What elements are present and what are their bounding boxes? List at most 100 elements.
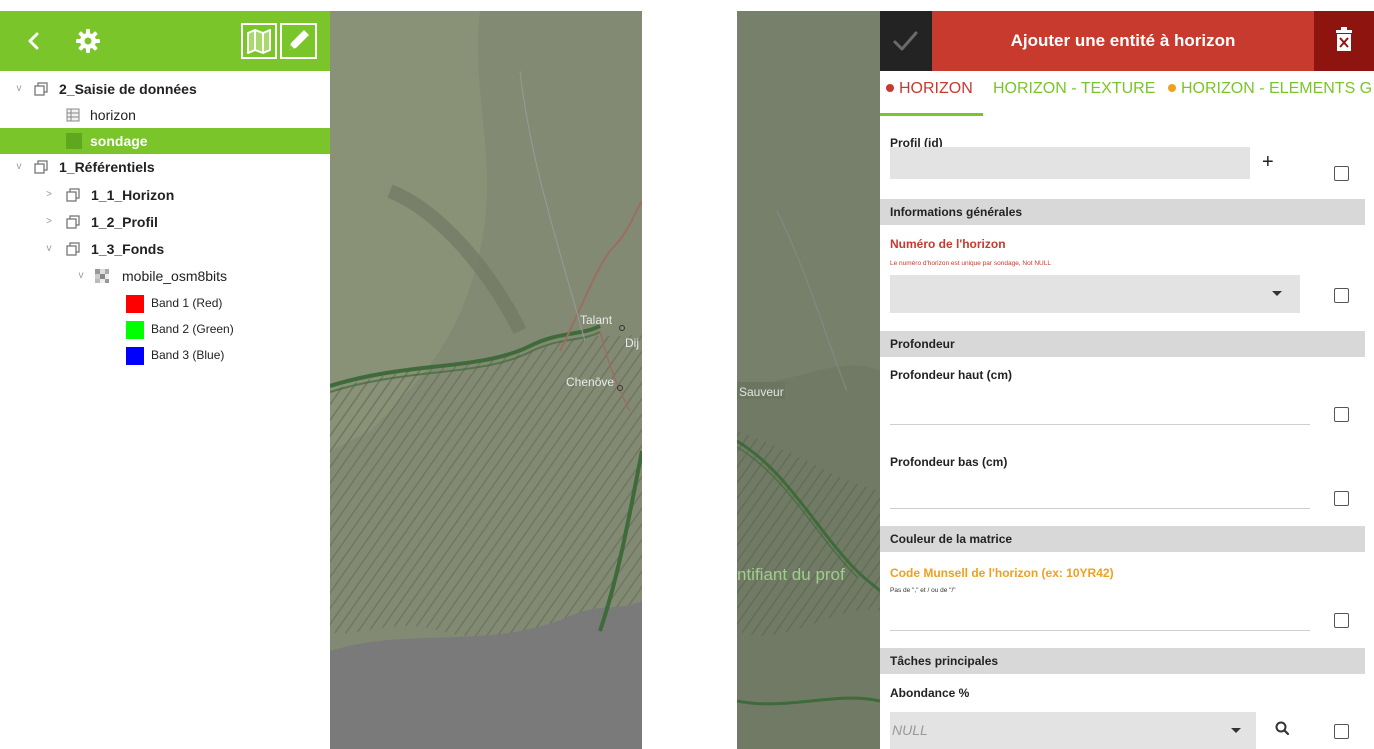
map-terrain: Talant Dij Chenôve: [330, 11, 642, 749]
munsell-hint: Pas de "," et / ou de "/": [890, 587, 956, 594]
tree-item-label: 2_Saisie de données: [59, 81, 197, 97]
add-profil-button[interactable]: +: [1262, 151, 1274, 174]
map-label-chenove: Chenôve: [566, 375, 614, 389]
map-canvas[interactable]: Sauveur ntifiant du prof: [737, 11, 880, 749]
profondeur-bas-label: Profondeur bas (cm): [890, 455, 1008, 469]
abondance-checkbox[interactable]: [1334, 724, 1349, 739]
numero-label: Numéro de l'horizon: [890, 237, 1006, 251]
tree-item-label: 1_Référentiels: [59, 159, 155, 175]
profondeur-bas-checkbox[interactable]: [1334, 491, 1349, 506]
layer-panel: v 2_Saisie de données horizon sondage v …: [0, 11, 330, 749]
tab-horizon-elements[interactable]: HORIZON - ELEMENTS G: [1168, 71, 1372, 117]
tree-item-saisie[interactable]: v 2_Saisie de données: [0, 76, 330, 102]
section-informations: Informations générales: [880, 199, 1365, 225]
tree-item-horizon[interactable]: horizon: [0, 102, 330, 128]
tab-status-dot: [1168, 84, 1176, 92]
layer-group-icon: [34, 82, 48, 96]
raster-icon: [95, 269, 109, 283]
section-taches: Tâches principales: [880, 648, 1365, 674]
accept-button[interactable]: [880, 11, 932, 71]
feature-form: Ajouter une entité à horizon HORIZON HOR…: [880, 11, 1374, 749]
chevron-down-icon[interactable]: v: [14, 76, 24, 102]
search-icon: [1275, 721, 1290, 736]
band-item-blue[interactable]: Band 3 (Blue): [0, 342, 330, 368]
tree-item-1-1-horizon[interactable]: > 1_1_Horizon: [0, 182, 330, 208]
chevron-right-icon[interactable]: >: [44, 209, 54, 235]
active-tab-underline: [880, 113, 983, 116]
band-color-swatch: [126, 321, 144, 339]
tree-item-1-3-fonds[interactable]: v 1_3_Fonds: [0, 236, 330, 262]
band-label: Band 3 (Blue): [151, 348, 225, 362]
gear-icon: [76, 29, 100, 53]
form-title: Ajouter une entité à horizon: [1010, 31, 1236, 50]
layer-group-icon: [66, 188, 80, 202]
band-item-green[interactable]: Band 2 (Green): [0, 316, 330, 342]
tree-item-label: 1_1_Horizon: [91, 187, 175, 203]
tab-label: HORIZON - ELEMENTS G: [1181, 80, 1373, 97]
map-mode-button[interactable]: [241, 23, 277, 59]
tree-item-1-2-profil[interactable]: > 1_2_Profil: [0, 209, 330, 235]
dropdown-arrow-icon: [1272, 291, 1282, 296]
numero-checkbox[interactable]: [1334, 288, 1349, 303]
dropdown-arrow-icon: [1231, 728, 1241, 733]
map-icon: [247, 29, 271, 54]
profondeur-haut-checkbox[interactable]: [1334, 407, 1349, 422]
tree-item-label: sondage: [90, 133, 148, 149]
munsell-checkbox[interactable]: [1334, 613, 1349, 628]
form-tabs: HORIZON HORIZON - TEXTURE HORIZON - ELEM…: [880, 71, 1374, 117]
tree-item-label: horizon: [90, 107, 136, 123]
map-canvas[interactable]: Talant Dij Chenôve: [330, 11, 642, 749]
band-label: Band 1 (Red): [151, 296, 223, 310]
check-icon: [893, 31, 918, 51]
chevron-down-icon[interactable]: v: [76, 263, 86, 289]
tab-status-dot: [886, 84, 894, 92]
band-color-swatch: [126, 347, 144, 365]
tab-label: HORIZON: [899, 80, 973, 97]
layer-panel-toolbar: [0, 11, 330, 71]
tab-label: HORIZON - TEXTURE: [993, 80, 1156, 97]
map-label-dijon: Dij: [625, 336, 639, 350]
tree-item-label: 1_3_Fonds: [91, 241, 165, 257]
profil-checkbox[interactable]: [1334, 166, 1349, 181]
profil-input[interactable]: [890, 147, 1250, 179]
section-couleur: Couleur de la matrice: [880, 526, 1365, 552]
profondeur-haut-input[interactable]: [890, 424, 1310, 425]
map-terrain: Sauveur ntifiant du prof: [737, 11, 880, 749]
abondance-dropdown[interactable]: NULL: [890, 712, 1256, 749]
tab-horizon[interactable]: HORIZON: [886, 71, 973, 117]
numero-hint: Le numéro d'horizon est unique par sonda…: [890, 260, 1051, 267]
tree-item-mobile-osm8bits[interactable]: v mobile_osm8bits: [0, 263, 330, 289]
form-header: Ajouter une entité à horizon: [880, 11, 1374, 71]
tree-item-referentiels[interactable]: v 1_Référentiels: [0, 154, 330, 180]
band-color-swatch: [126, 295, 144, 313]
chevron-down-icon[interactable]: v: [44, 236, 54, 262]
profondeur-bas-input[interactable]: [890, 508, 1310, 509]
band-label: Band 2 (Green): [151, 322, 234, 336]
mode-switch: [241, 23, 317, 59]
tab-horizon-texture[interactable]: HORIZON - TEXTURE: [993, 71, 1155, 117]
map-label-ntifiant: ntifiant du prof: [737, 565, 845, 584]
delete-button[interactable]: [1314, 11, 1374, 71]
table-icon: [66, 108, 80, 122]
left-screen: v 2_Saisie de données horizon sondage v …: [0, 11, 642, 749]
chevron-right-icon[interactable]: >: [44, 182, 54, 208]
numero-dropdown[interactable]: [890, 275, 1300, 313]
back-button[interactable]: [20, 25, 48, 57]
tree-item-label: 1_2_Profil: [91, 214, 158, 230]
layer-group-icon: [66, 242, 80, 256]
polygon-layer-icon: [66, 133, 82, 149]
munsell-input[interactable]: [890, 630, 1310, 631]
search-button[interactable]: [1273, 719, 1293, 739]
edit-mode-button[interactable]: [280, 23, 317, 59]
chevron-down-icon[interactable]: v: [14, 154, 24, 180]
profondeur-haut-label: Profondeur haut (cm): [890, 368, 1012, 382]
munsell-label: Code Munsell de l'horizon (ex: 10YR42): [890, 566, 1114, 580]
pencil-icon: [289, 30, 309, 50]
tree-item-label: mobile_osm8bits: [122, 268, 228, 284]
section-profondeur: Profondeur: [880, 331, 1365, 357]
tree-item-sondage[interactable]: sondage: [0, 128, 330, 154]
map-label-sauveur: Sauveur: [739, 385, 784, 399]
settings-button[interactable]: [72, 25, 104, 57]
band-item-red[interactable]: Band 1 (Red): [0, 290, 330, 316]
trash-icon: [1336, 27, 1352, 51]
